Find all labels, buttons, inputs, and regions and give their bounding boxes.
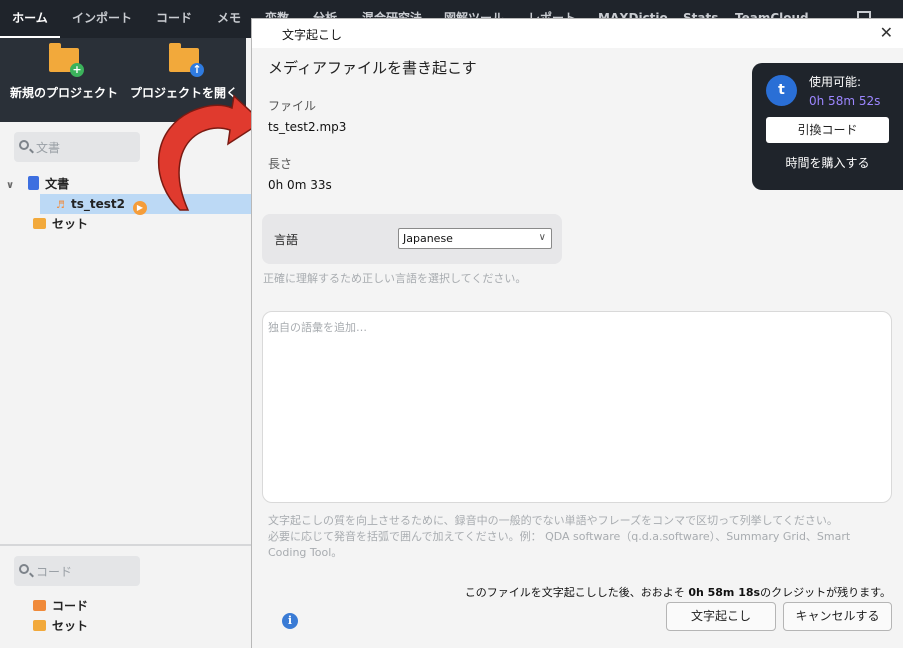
tab-codes[interactable]: コード <box>156 0 192 38</box>
buy-time-link[interactable]: 時間を購入する <box>752 154 903 171</box>
cancel-button[interactable]: キャンセルする <box>783 602 892 631</box>
tree-item-sets[interactable]: セット <box>33 214 88 234</box>
language-hint: 正確に理解するため正しい言語を選択してください。 <box>263 272 527 285</box>
transcribe-button[interactable]: 文字起こし <box>666 602 776 631</box>
file-value: ts_test2.mp3 <box>268 120 347 134</box>
sets-folder-icon <box>33 218 46 229</box>
language-select[interactable]: Japanese ∨ <box>398 228 552 249</box>
language-selected-value: Japanese <box>403 232 453 245</box>
vocabulary-hint-line-2: 必要に応じて発音を括弧で囲んで加えてください。例： QDA software（q… <box>268 530 851 543</box>
info-icon[interactable]: i <box>282 613 298 629</box>
documents-search-placeholder: 文書 <box>36 141 61 155</box>
dialog-heading: メディアファイルを書き起こす <box>268 59 477 77</box>
remaining-credit-text: このファイルを文字起こしした後、おおよそ 0h 58m 18sのクレジットが残り… <box>465 584 891 600</box>
vocabulary-hint-line-1: 文字起こしの質を向上させるために、録音中の一般的でない単語やフレーズをコンマで区… <box>268 514 838 527</box>
credit-text-pre: このファイルを文字起こしした後、おおよそ <box>464 586 689 599</box>
file-label: ファイル <box>268 99 317 113</box>
documents-icon <box>28 176 40 190</box>
new-folder-icon: + <box>49 43 84 77</box>
length-label: 長さ <box>268 157 293 171</box>
codes-icon <box>33 600 46 611</box>
new-project-button[interactable]: + 新規のプロジェクト <box>9 43 119 101</box>
dialog-window-title: 文字起こし <box>282 28 343 42</box>
tab-import[interactable]: インポート <box>72 0 132 38</box>
credit-text-post: のクレジットが残ります。 <box>760 586 891 599</box>
tab-home[interactable]: ホーム <box>0 0 60 38</box>
chevron-down-icon[interactable]: ∨ <box>6 180 14 191</box>
vocabulary-hint: 文字起こしの質を向上させるために、録音中の一般的でない単語やフレーズをコンマで区… <box>268 513 892 561</box>
avatar[interactable]: t <box>766 75 797 106</box>
code-tree-item-sets[interactable]: セット <box>33 616 88 636</box>
custom-vocabulary-textarea[interactable]: 独自の語彙を追加… <box>262 311 892 503</box>
tree-item-documents[interactable]: ∨ 文書 <box>6 174 69 194</box>
redeem-code-button[interactable]: 引換コード <box>766 117 889 143</box>
close-icon[interactable]: ✕ <box>880 23 893 42</box>
tree-item-file[interactable]: ♬ ts_test2 ▶ <box>56 194 147 215</box>
audio-file-icon: ♬ <box>56 200 65 211</box>
vocabulary-placeholder: 独自の語彙を追加… <box>268 321 367 334</box>
tab-memos[interactable]: メモ <box>217 0 241 38</box>
code-sets-icon <box>33 620 46 631</box>
search-icon <box>19 564 29 574</box>
new-project-label: 新規のプロジェクト <box>9 86 118 100</box>
pane-divider[interactable] <box>0 544 252 546</box>
annotation-arrow-icon <box>158 94 264 211</box>
credit-panel: t 使用可能: 0h 58m 52s 引換コード 時間を購入する <box>752 63 903 190</box>
code-tree-sets-label: セット <box>52 619 89 633</box>
credit-remaining-time: 0h 58m 18s <box>688 586 761 599</box>
vocabulary-hint-line-3: Coding Tool。 <box>268 546 343 559</box>
codes-search-input[interactable]: コード <box>14 556 140 586</box>
search-icon <box>19 140 29 150</box>
available-label: 使用可能: <box>809 75 862 89</box>
code-tree-item-codes[interactable]: コード <box>33 596 88 616</box>
tree-file-label: ts_test2 <box>70 197 125 211</box>
language-label: 言語 <box>274 233 299 247</box>
available-time: 0h 58m 52s <box>809 94 881 108</box>
documents-search-input[interactable]: 文書 <box>14 132 140 162</box>
tree-sets-label: セット <box>52 217 89 231</box>
dialog-titlebar[interactable]: 文字起こし ✕ <box>252 19 903 48</box>
language-panel: 言語 Japanese ∨ <box>262 214 562 264</box>
length-value: 0h 0m 33s <box>268 178 332 192</box>
open-folder-icon: ↑ <box>169 43 204 77</box>
codes-search-placeholder: コード <box>36 565 73 579</box>
tree-documents-label: 文書 <box>45 177 70 191</box>
play-icon[interactable]: ▶ <box>132 201 147 215</box>
chevron-down-icon: ∨ <box>538 232 546 243</box>
code-tree-codes-label: コード <box>52 599 89 613</box>
